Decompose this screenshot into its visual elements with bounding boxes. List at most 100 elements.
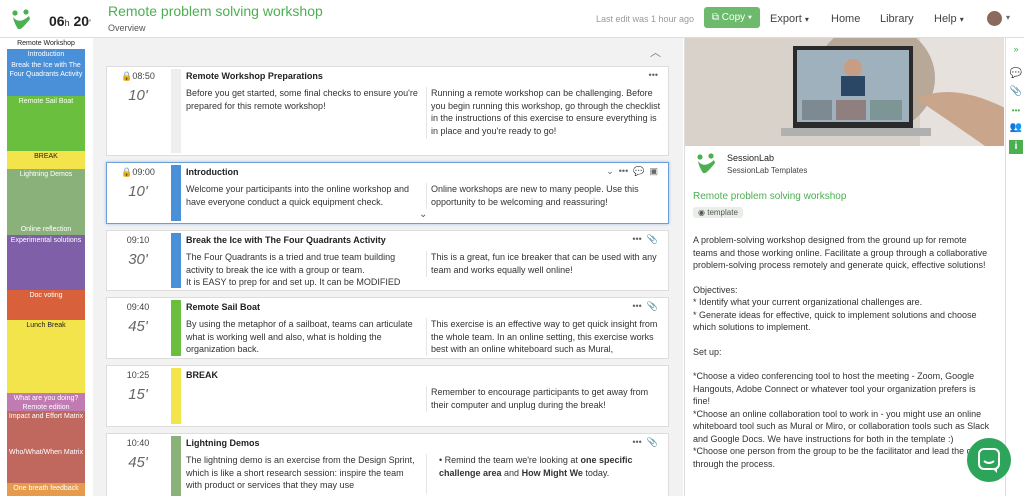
avatar[interactable] bbox=[987, 11, 1002, 26]
timeline-item[interactable]: Impact and Effort Matrix bbox=[7, 411, 85, 447]
export-menu[interactable]: Export ▾ bbox=[770, 13, 809, 25]
block-card[interactable]: 09:10 30' Break the Ice with The Four Qu… bbox=[106, 230, 669, 291]
description-paragraph: Objectives: * Identify what your current… bbox=[693, 284, 977, 333]
collapse-icon[interactable]: ▣ bbox=[649, 166, 658, 176]
more-icon[interactable]: ••• bbox=[1009, 106, 1023, 115]
block-color-bar bbox=[171, 300, 181, 356]
info-icon[interactable]: i bbox=[1009, 140, 1023, 154]
block-description[interactable]: The lightning demo is an exercise from t… bbox=[186, 454, 421, 496]
block-title[interactable]: Remote Sail Boat bbox=[186, 302, 260, 312]
expand-icon[interactable]: ⌄ bbox=[419, 209, 427, 220]
chevron-up-icon[interactable]: ︿ bbox=[650, 44, 661, 60]
copy-button[interactable]: ⧉ Copy ▾ bbox=[704, 7, 760, 28]
more-icon[interactable]: ••• bbox=[632, 234, 641, 244]
block-time: 09:10 bbox=[126, 235, 150, 245]
block-card[interactable]: 09:40 45' Remote Sail Boat ••• 📎 By usin… bbox=[106, 297, 669, 359]
block-color-bar bbox=[171, 368, 181, 424]
block-notes[interactable]: This is a great, fun ice breaker that ca… bbox=[426, 251, 664, 277]
block-card[interactable]: 🔒08:50 10' Remote Workshop Preparations … bbox=[106, 66, 669, 156]
block-color-bar bbox=[171, 233, 181, 288]
block-description[interactable]: Before you get started, some final check… bbox=[186, 87, 421, 113]
block-notes[interactable]: This exercise is an effective way to get… bbox=[426, 318, 664, 356]
block-duration[interactable]: 45' bbox=[109, 454, 167, 471]
block-description[interactable] bbox=[186, 386, 421, 424]
template-description: A problem-solving workshop designed from… bbox=[693, 234, 993, 482]
author-name[interactable]: SessionLab bbox=[727, 153, 774, 163]
right-toolbar: » 💬 📎 ••• 👥 i bbox=[1005, 38, 1024, 496]
more-icon[interactable]: ••• bbox=[632, 437, 641, 447]
block-description[interactable]: The Four Quadrants is a tried and true t… bbox=[186, 251, 421, 289]
timeline-item[interactable]: Who/What/When Matrix bbox=[7, 447, 85, 483]
chevron-down-icon[interactable]: ▾ bbox=[1006, 13, 1010, 22]
block-time: 09:40 bbox=[126, 302, 150, 312]
timeline-item[interactable]: Online reflection bbox=[7, 224, 85, 235]
description-paragraph: *Choose a video conferencing tool to hos… bbox=[693, 371, 990, 469]
block-title[interactable]: BREAK bbox=[186, 370, 218, 380]
chevron-down-icon[interactable]: ⌄ bbox=[606, 166, 614, 176]
block-card[interactable]: 10:40 45' Lightning Demos ••• 📎 The ligh… bbox=[106, 433, 669, 496]
block-title[interactable]: Remote Workshop Preparations bbox=[186, 71, 323, 81]
timeline-item[interactable]: Remote Workshop bbox=[7, 38, 85, 48]
sessionlab-logo-icon bbox=[697, 153, 715, 173]
block-duration[interactable]: 10' bbox=[109, 183, 167, 200]
block-actions: ••• 📎 bbox=[632, 234, 658, 245]
block-time: 🔒08:50 bbox=[121, 71, 155, 81]
block-duration[interactable]: 10' bbox=[109, 87, 167, 104]
template-tag[interactable]: ◉ template bbox=[693, 207, 743, 218]
timeline-item[interactable]: Break the Ice with The Four Quadrants Ac… bbox=[7, 60, 85, 96]
description-paragraph: A problem-solving workshop designed from… bbox=[693, 235, 988, 270]
block-duration[interactable]: 15' bbox=[109, 386, 167, 403]
block-time: 10:40 bbox=[126, 438, 150, 448]
block-card[interactable]: 10:25 15' BREAK Remember to encourage pa… bbox=[106, 365, 669, 427]
block-notes[interactable]: Remember to encourage participants to ge… bbox=[426, 386, 664, 412]
block-notes[interactable]: Running a remote workshop can be challen… bbox=[426, 87, 664, 139]
more-icon[interactable]: ••• bbox=[649, 70, 658, 80]
block-duration[interactable]: 30' bbox=[109, 251, 167, 268]
block-notes[interactable]: Online workshops are new to many people.… bbox=[426, 183, 664, 209]
attachment-icon[interactable]: 📎 bbox=[1009, 86, 1023, 97]
attachment-icon[interactable]: 📎 bbox=[647, 301, 658, 311]
timeline-item[interactable]: BREAK bbox=[7, 151, 85, 169]
block-actions: ••• 📎 bbox=[632, 301, 658, 312]
more-icon[interactable]: ••• bbox=[619, 166, 628, 176]
timeline-item[interactable]: Introduction bbox=[7, 49, 85, 60]
timeline-item[interactable]: One breath feedback bbox=[7, 483, 85, 496]
library-link[interactable]: Library bbox=[880, 13, 914, 25]
detail-panel: SessionLab SessionLab Templates Remote p… bbox=[684, 38, 1004, 496]
total-duration: 06h 20' bbox=[49, 13, 91, 29]
block-title[interactable]: Break the Ice with The Four Quadrants Ac… bbox=[186, 235, 386, 245]
comment-icon[interactable]: 💬 bbox=[633, 166, 644, 176]
timeline-item[interactable]: Doc voting bbox=[7, 290, 85, 320]
timeline-item[interactable]: Remote Sail Boat bbox=[7, 96, 85, 151]
timeline-item[interactable]: Lightning Demos bbox=[7, 169, 85, 224]
attachment-icon[interactable]: 📎 bbox=[647, 234, 658, 244]
overview-tab[interactable]: Overview bbox=[108, 23, 146, 33]
block-title[interactable]: Lightning Demos bbox=[186, 438, 260, 448]
block-duration[interactable]: 45' bbox=[109, 318, 167, 335]
timeline-item[interactable]: Lunch Break bbox=[7, 320, 85, 393]
block-actions: ••• 📎 bbox=[632, 437, 658, 448]
help-menu[interactable]: Help ▾ bbox=[934, 13, 964, 25]
chevron-down-icon: ▾ bbox=[747, 12, 753, 23]
home-link[interactable]: Home bbox=[831, 13, 860, 25]
expand-panel-icon[interactable]: » bbox=[1009, 44, 1023, 54]
chat-support-button[interactable] bbox=[967, 438, 1011, 482]
more-icon[interactable]: ••• bbox=[632, 301, 641, 311]
block-notes[interactable]: • Remind the team we're looking at one s… bbox=[426, 454, 664, 494]
timeline-sidebar: Remote Workshop Introduction Break the I… bbox=[7, 38, 85, 496]
block-title[interactable]: Introduction bbox=[186, 167, 239, 177]
team-icon[interactable]: 👥 bbox=[1009, 122, 1023, 133]
block-description[interactable]: By using the metaphor of a sailboat, tea… bbox=[186, 318, 421, 356]
block-card[interactable]: 🔒09:00 10' Introduction ⌄ ••• 💬 ▣ Welcom… bbox=[106, 162, 669, 224]
timeline-item[interactable]: Experimental solutions bbox=[7, 235, 85, 290]
block-actions: ⌄ ••• 💬 ▣ bbox=[606, 166, 658, 177]
author-org: SessionLab Templates bbox=[727, 166, 808, 175]
session-title[interactable]: Remote problem solving workshop bbox=[108, 3, 323, 19]
globe-icon: ◉ bbox=[698, 208, 705, 217]
block-description[interactable]: Welcome your participants into the onlin… bbox=[186, 183, 421, 222]
comments-icon[interactable]: 💬 bbox=[1009, 68, 1023, 79]
sessionlab-logo-icon[interactable] bbox=[10, 9, 32, 31]
template-title[interactable]: Remote problem solving workshop bbox=[693, 191, 846, 202]
attachment-icon[interactable]: 📎 bbox=[647, 437, 658, 447]
timeline-item[interactable]: What are you doing? Remote edition bbox=[7, 393, 85, 411]
